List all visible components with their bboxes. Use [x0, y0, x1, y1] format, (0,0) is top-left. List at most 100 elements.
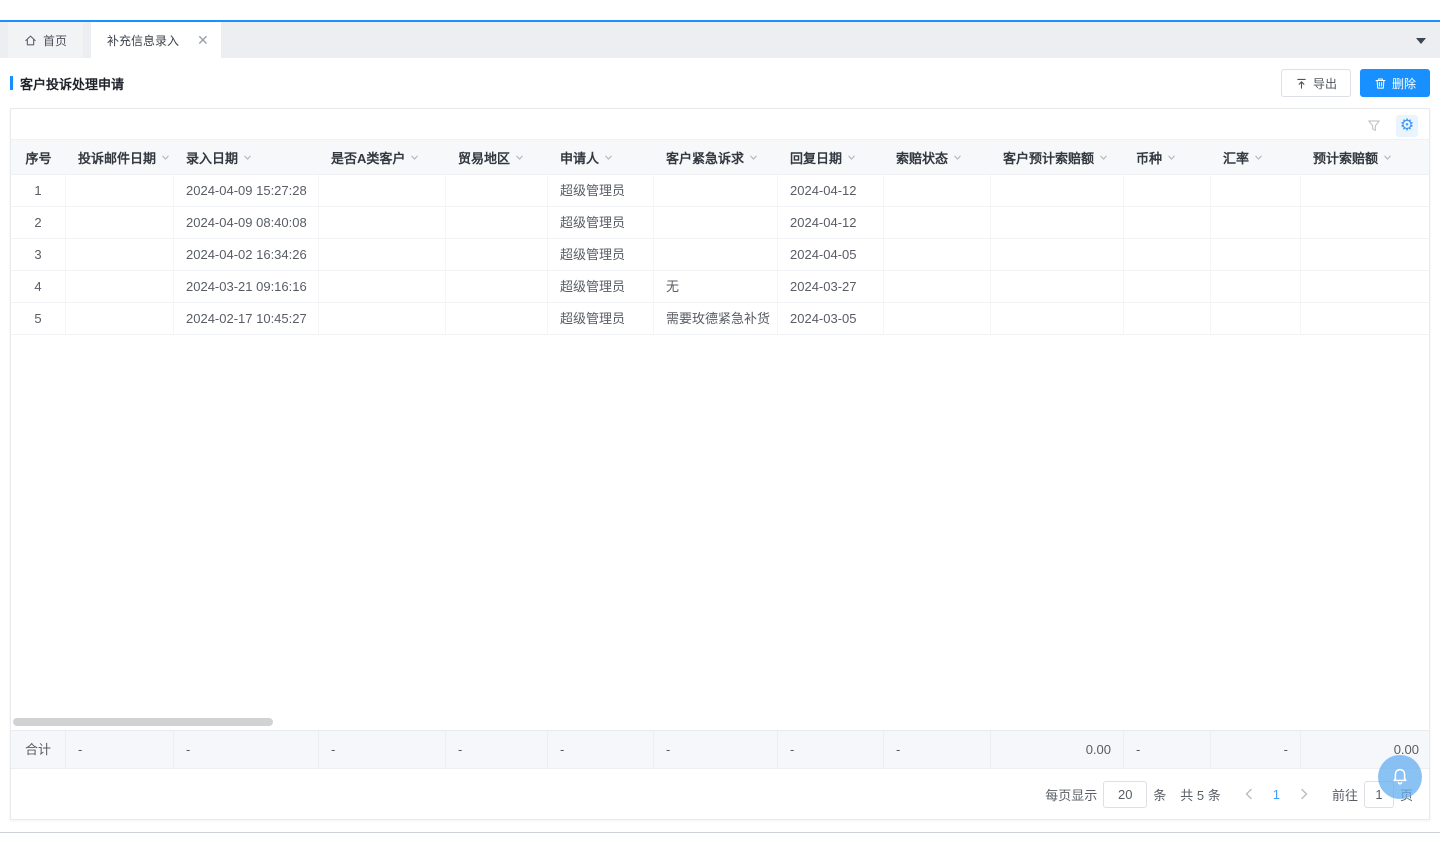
column-header-urgent-request[interactable]: 客户紧急诉求	[654, 140, 778, 174]
toolbar-actions: 导出 删除	[1281, 69, 1430, 97]
cell-currency	[1124, 271, 1211, 302]
summary-urgent-request: -	[654, 731, 778, 768]
column-header-label: 客户预计索赔额	[1003, 148, 1094, 167]
cell-est-claim	[1301, 175, 1431, 206]
column-header-customer-est-claim[interactable]: 客户预计索赔额	[991, 140, 1124, 174]
column-header-index: 序号	[11, 140, 66, 174]
cell-is-class-a	[319, 303, 446, 334]
chevron-down-icon	[243, 153, 252, 162]
tab-list-dropdown[interactable]	[1416, 22, 1426, 58]
cell-urgent-request	[654, 207, 778, 238]
cell-claim-status	[884, 239, 991, 270]
column-header-currency[interactable]: 币种	[1124, 140, 1211, 174]
cell-exchange-rate	[1211, 175, 1301, 206]
column-header-claim-status[interactable]: 索赔状态	[884, 140, 991, 174]
summary-is-class-a: -	[319, 731, 446, 768]
table-row[interactable]: 2 2024-04-09 08:40:08 超级管理员 2024-04-12	[11, 207, 1429, 239]
table-toolbar: ⚙	[11, 109, 1429, 139]
cell-entry-date: 2024-04-09 08:40:08	[174, 207, 319, 238]
summary-currency: -	[1124, 731, 1211, 768]
cell-urgent-request	[654, 175, 778, 206]
export-button[interactable]: 导出	[1281, 69, 1351, 97]
chevron-down-icon	[161, 153, 170, 162]
funnel-icon[interactable]	[1363, 115, 1385, 137]
column-header-label: 申请人	[560, 148, 599, 167]
chevron-down-icon	[1254, 153, 1263, 162]
chevron-down-icon	[749, 153, 758, 162]
cell-reply-date: 2024-04-12	[778, 207, 884, 238]
column-header-is-class-a[interactable]: 是否A类客户	[319, 140, 446, 174]
cell-applicant: 超级管理员	[548, 207, 654, 238]
page-size-input[interactable]	[1103, 781, 1147, 808]
column-header-exchange-rate[interactable]: 汇率	[1211, 140, 1301, 174]
tab-label: 补充信息录入	[107, 32, 179, 49]
cell-customer-est-claim	[991, 303, 1124, 334]
column-header-label: 贸易地区	[458, 148, 510, 167]
summary-applicant: -	[548, 731, 654, 768]
cell-est-claim	[1301, 207, 1431, 238]
cell-exchange-rate	[1211, 303, 1301, 334]
gear-icon[interactable]: ⚙	[1396, 115, 1418, 137]
notification-fab[interactable]	[1378, 755, 1422, 799]
column-header-label: 索赔状态	[896, 148, 948, 167]
delete-button[interactable]: 删除	[1360, 69, 1430, 97]
cell-claim-status	[884, 175, 991, 206]
cell-exchange-rate	[1211, 207, 1301, 238]
summary-claim-status: -	[884, 731, 991, 768]
tab-bar: 首页 补充信息录入 ✕	[0, 22, 1440, 58]
cell-reply-date: 2024-04-05	[778, 239, 884, 270]
summary-customer-est-claim: 0.00	[991, 731, 1124, 768]
column-header-complaint-mail-date[interactable]: 投诉邮件日期	[66, 140, 174, 174]
chevron-down-icon	[1383, 153, 1392, 162]
cell-entry-date: 2024-04-02 16:34:26	[174, 239, 319, 270]
cell-index: 5	[11, 303, 66, 334]
column-header-entry-date[interactable]: 录入日期	[174, 140, 319, 174]
cell-trade-region	[446, 175, 548, 206]
home-icon	[24, 34, 37, 47]
cell-reply-date: 2024-04-12	[778, 175, 884, 206]
cell-applicant: 超级管理员	[548, 239, 654, 270]
cell-complaint-mail-date	[66, 175, 174, 206]
cell-applicant: 超级管理员	[548, 303, 654, 334]
export-label: 导出	[1313, 75, 1337, 92]
cell-index: 2	[11, 207, 66, 238]
summary-exchange-rate: -	[1211, 731, 1301, 768]
trash-icon	[1374, 77, 1387, 90]
cell-urgent-request	[654, 239, 778, 270]
cell-entry-date: 2024-04-09 15:27:28	[174, 175, 319, 206]
cell-is-class-a	[319, 271, 446, 302]
horizontal-scrollbar-thumb[interactable]	[13, 718, 273, 726]
column-header-est-claim[interactable]: 预计索赔额	[1301, 140, 1431, 174]
chevron-left-icon[interactable]	[1235, 788, 1263, 800]
chevron-down-icon	[1167, 153, 1176, 162]
column-header-label: 回复日期	[790, 148, 842, 167]
delete-label: 删除	[1392, 75, 1416, 92]
table-row[interactable]: 52024-02-17 10:45:27超级管理员需要玫德紧急补货2024-03…	[11, 303, 1429, 335]
cell-trade-region	[446, 271, 548, 302]
close-icon[interactable]: ✕	[197, 33, 209, 47]
table-row[interactable]: 12024-04-09 15:27:28超级管理员2024-04-12	[11, 175, 1429, 207]
table-header-row: 序号投诉邮件日期录入日期是否A类客户贸易地区 申请人 客户紧急诉求回复日期 索赔状态 客…	[11, 139, 1429, 175]
cell-complaint-mail-date	[66, 271, 174, 302]
cell-urgent-request: 需要玫德紧急补货	[654, 303, 778, 334]
column-header-reply-date[interactable]: 回复日期	[778, 140, 884, 174]
page-size-label: 每页显示	[1045, 785, 1097, 804]
page-header: 客户投诉处理申请 导出 删除	[10, 58, 1430, 108]
tab-supplementary-info-entry[interactable]: 补充信息录入 ✕	[91, 22, 221, 58]
cell-urgent-request: 无	[654, 271, 778, 302]
summary-complaint-mail-date: -	[66, 731, 174, 768]
chevron-right-icon[interactable]	[1290, 788, 1318, 800]
table-row[interactable]: 32024-04-02 16:34:26超级管理员2024-04-05	[11, 239, 1429, 271]
table-row[interactable]: 42024-03-21 09:16:16超级管理员无2024-03-27	[11, 271, 1429, 303]
cell-is-class-a	[319, 207, 446, 238]
column-header-applicant[interactable]: 申请人	[548, 140, 654, 174]
cell-currency	[1124, 303, 1211, 334]
page-title-text: 客户投诉处理申请	[20, 74, 124, 93]
column-header-trade-region[interactable]: 贸易地区	[446, 140, 548, 174]
table-summary-row: 合计--------0.00--0.00	[11, 730, 1429, 769]
title-accent-bar	[10, 76, 13, 90]
current-page-button[interactable]: 1	[1263, 787, 1290, 802]
cell-is-class-a	[319, 239, 446, 270]
tab-home[interactable]: 首页	[8, 22, 83, 58]
cell-applicant: 超级管理员	[548, 271, 654, 302]
